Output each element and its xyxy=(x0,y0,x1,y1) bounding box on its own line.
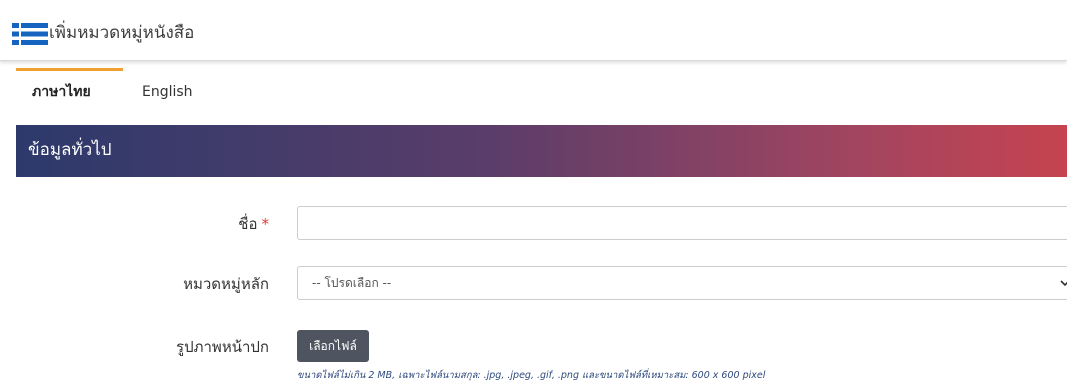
list-icon xyxy=(12,23,48,45)
page-header: เพิ่มหมวดหมู่หนังสือ xyxy=(0,0,1067,61)
section-title: ข้อมูลทั่วไป xyxy=(28,140,112,160)
main-category-select[interactable]: -- โปรดเลือก -- xyxy=(297,266,1067,300)
cover-image-label: รูปภาพหน้าปก xyxy=(176,338,269,356)
main-category-label: หมวดหมู่หลัก xyxy=(183,275,269,293)
choose-file-button[interactable]: เลือกไฟล์ xyxy=(297,330,369,362)
tab-label: English xyxy=(142,84,193,100)
tab-label: ภาษาไทย xyxy=(32,84,91,100)
page-title: เพิ่มหมวดหมู่หนังสือ xyxy=(49,23,195,43)
language-tabs: ภาษาไทย English xyxy=(16,68,1067,112)
tab-english[interactable]: English xyxy=(126,68,206,112)
file-help-text: ขนาดไฟล์ไม่เกิน 2 MB, เฉพาะไฟล์นามสกุล: … xyxy=(297,370,766,381)
name-label-text: ชื่อ xyxy=(238,215,258,233)
chevron-down-icon xyxy=(1060,280,1067,287)
name-label: ชื่อ * xyxy=(238,212,269,236)
select-value: -- โปรดเลือก -- xyxy=(312,276,392,290)
section-banner: ข้อมูลทั่วไป xyxy=(16,125,1067,177)
required-mark: * xyxy=(261,215,270,233)
tab-thai[interactable]: ภาษาไทย xyxy=(16,68,123,112)
name-input[interactable] xyxy=(297,206,1067,240)
